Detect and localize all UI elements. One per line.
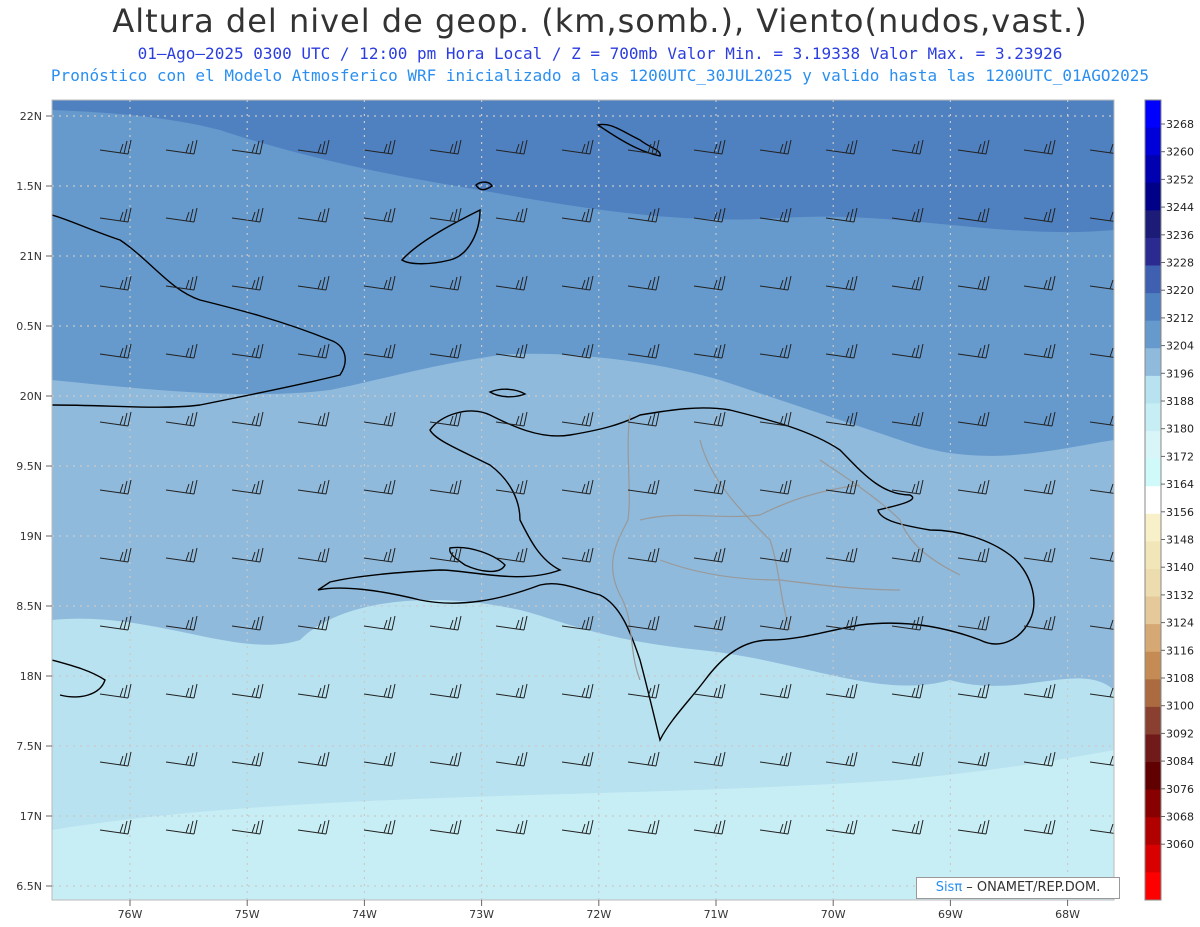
sispi-logo-text: Sisπ [935,880,963,895]
colorbar-swatch [1145,375,1161,404]
colorbar-label: 3172 [1166,450,1194,463]
lon-label: 74W [352,908,377,921]
colorbar-label: 3100 [1166,700,1194,713]
lat-label: 6.5N [16,880,42,893]
colorbar-label: 3260 [1166,146,1194,159]
colorbar-swatch [1145,596,1161,625]
colorbar-label: 3252 [1166,173,1194,186]
colorbar-swatch [1145,403,1161,432]
colorbar-swatch [1145,651,1161,680]
colorbar-swatch [1145,679,1161,708]
colorbar-swatch [1145,568,1161,598]
colorbar-label: 3148 [1166,534,1194,547]
colorbar-label: 3244 [1166,201,1194,214]
colorbar-swatch [1145,789,1161,818]
lat-label: 18N [20,670,42,683]
lat-label: 17N [20,810,42,823]
colorbar-label: 3228 [1166,257,1194,270]
lon-label: 76W [118,908,143,921]
lon-label: 75W [235,908,260,921]
lat-label: 1.5N [16,180,42,193]
lat-label: 22N [20,110,42,123]
colorbar-swatch [1145,541,1161,570]
map-plot-area [52,100,1114,900]
lat-label: 19N [20,530,42,543]
colorbar-swatch [1145,762,1161,791]
credit-text: – ONAMET/REP.DOM. [962,880,1101,895]
lat-label: 0.5N [16,320,42,333]
lon-label: 68W [1055,908,1080,921]
colorbar-label: 3108 [1166,672,1194,685]
lon-label: 69W [938,908,963,921]
colorbar-swatch [1145,872,1161,901]
colorbar-label: 3084 [1166,755,1194,768]
lon-label: 71W [704,908,729,921]
latitude-axis: 22N 1.5N 21N 0.5N 20N 9.5N 19N 8.5N 18N 7.5N 17N 6.… [16,110,52,893]
colorbar-label: 3060 [1166,838,1194,851]
colorbar-swatch [1145,431,1161,460]
lon-label: 72W [586,908,611,921]
colorbar-swatch [1145,624,1161,653]
colorbar-label: 3164 [1166,478,1194,491]
geopotential-map: 22N 1.5N 21N 0.5N 20N 9.5N 19N 8.5N 18N 7.5N 17N 6.… [16,99,1194,921]
colorbar-label: 3196 [1166,367,1194,380]
lat-label: 21N [20,250,42,263]
lon-label: 73W [469,908,494,921]
colorbar-label: 3092 [1166,727,1194,740]
colorbar-label: 3124 [1166,617,1194,630]
lat-label: 9.5N [16,460,42,473]
colorbar-swatch [1145,486,1161,515]
colorbar-swatch [1145,706,1161,735]
colorbar-label: 3140 [1166,561,1194,574]
colorbar-label: 3180 [1166,423,1194,436]
colorbar-swatch [1145,513,1161,542]
credit-box: Sisπ – ONAMET/REP.DOM. [916,877,1120,899]
colorbar-swatch [1145,155,1161,184]
colorbar-label: 3204 [1166,340,1194,353]
colorbar-swatch [1145,237,1161,267]
colorbar-label: 3212 [1166,312,1194,325]
colorbar-swatch [1145,182,1161,211]
colorbar-swatch [1145,100,1161,129]
colorbar-label: 3268 [1166,118,1194,131]
colorbar-swatch [1145,210,1161,239]
colorbar-swatch [1145,127,1161,156]
colorbar-swatch [1145,320,1161,349]
colorbar-label: 3188 [1166,395,1194,408]
lat-label: 20N [20,390,42,403]
colorbar-swatch [1145,734,1161,763]
colorbar-label: 3156 [1166,506,1194,519]
lat-label: 8.5N [16,600,42,613]
colorbar-label: 3236 [1166,229,1194,242]
colorbar-swatch [1145,293,1161,322]
colorbar-label: 3068 [1166,811,1194,824]
colorbar-swatch [1145,348,1161,377]
colorbar: 3268 3260 3252 3244 3236 3228 3220 3212 3204 3196… [1144,99,1194,901]
colorbar-label: 3132 [1166,589,1194,602]
lat-label: 7.5N [16,740,42,753]
colorbar-swatch [1145,844,1161,873]
colorbar-swatch [1145,265,1161,294]
longitude-axis: 76W 75W 74W 73W 72W 71W 70W 69W 68W [118,900,1080,921]
colorbar-swatch [1145,817,1161,846]
lon-label: 70W [821,908,846,921]
colorbar-swatch [1145,458,1161,487]
colorbar-label: 3220 [1166,284,1194,297]
colorbar-label: 3076 [1166,783,1194,796]
colorbar-label: 3116 [1166,644,1194,657]
